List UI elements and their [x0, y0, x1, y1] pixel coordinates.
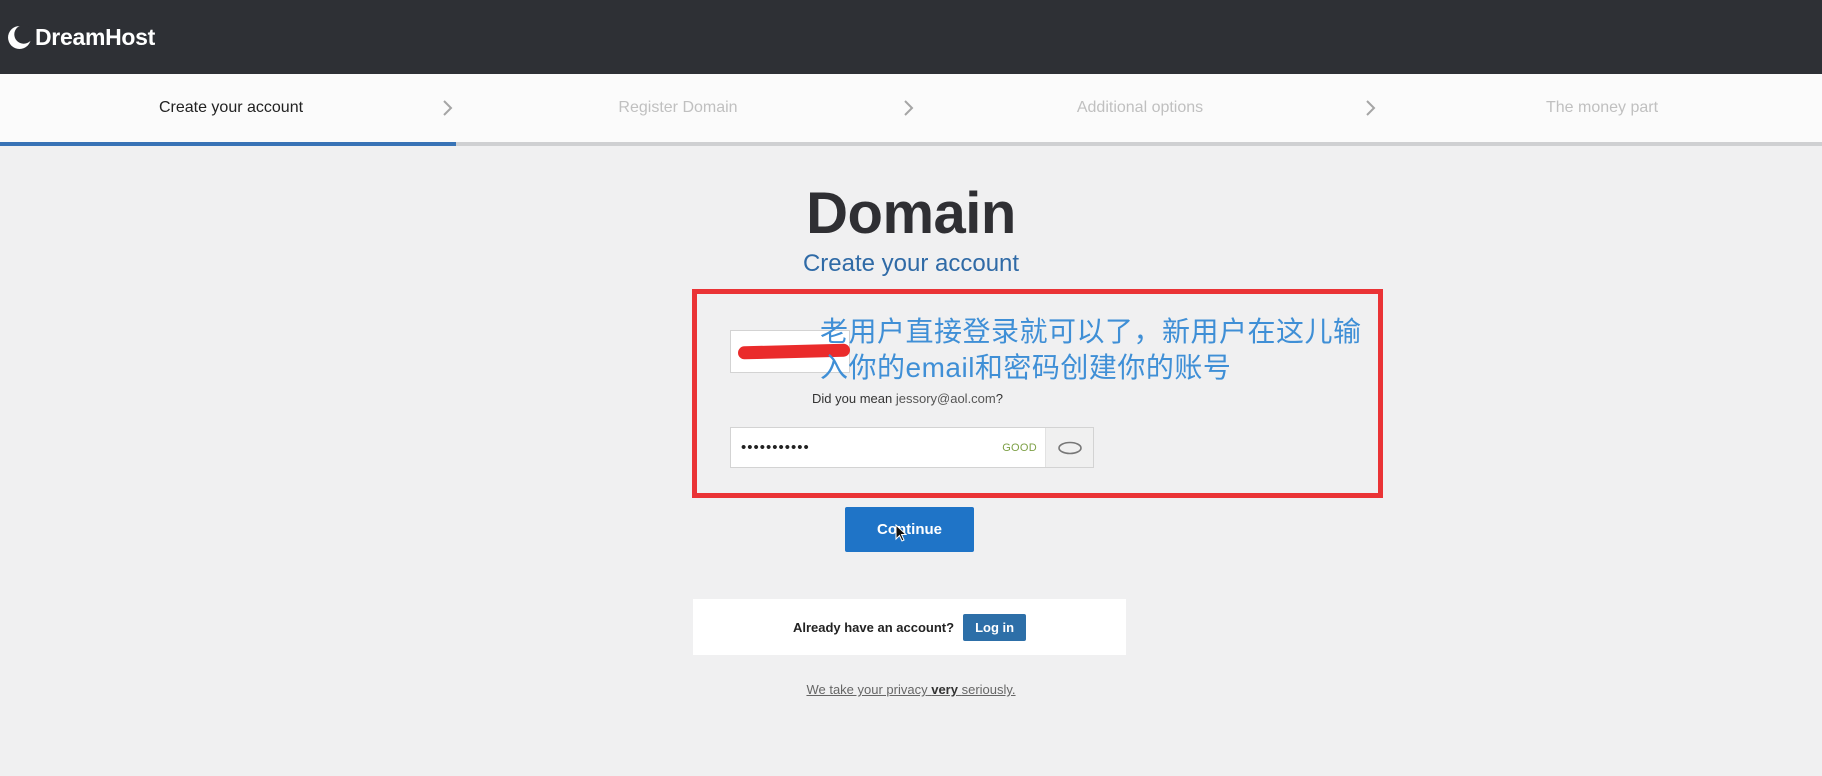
progress-bar-fill — [0, 142, 456, 146]
eye-icon — [1057, 441, 1082, 454]
password-value[interactable]: ••••••••••• — [731, 439, 1002, 456]
privacy-link[interactable]: We take your privacy very seriously. — [0, 682, 1822, 697]
mouse-cursor-icon — [895, 524, 907, 542]
dreamhost-logo[interactable]: DreamHost — [7, 22, 155, 52]
page-title: Domain — [806, 181, 1016, 246]
email-suggestion-link[interactable]: jessory@aol.com — [896, 391, 996, 406]
privacy-prefix: We take your privacy — [806, 682, 928, 697]
email-suggestion-prefix: Did you mean — [812, 391, 893, 406]
privacy-suffix: seriously. — [961, 682, 1016, 697]
step-money-part: The money part — [1545, 99, 1659, 116]
password-field[interactable]: ••••••••••• GOOD — [730, 427, 1094, 468]
dreamhost-moon-logo-icon — [8, 24, 32, 49]
login-button[interactable]: Log in — [963, 613, 1027, 641]
login-question: Already have an account? — [792, 619, 955, 635]
show-password-button[interactable] — [1045, 428, 1093, 467]
step-create-account: Create your account — [158, 99, 304, 116]
top-navbar: DreamHost — [0, 0, 1822, 74]
password-strength-label: GOOD — [1002, 441, 1037, 454]
login-prompt-card: Already have an account? Log in — [693, 599, 1126, 655]
checkout-steps: Create your account Register Domain Addi… — [0, 74, 1822, 146]
email-suggestion: Did you mean jessory@aol.com? — [812, 391, 1003, 406]
continue-button[interactable]: Continue — [845, 507, 974, 552]
privacy-emphasis: very — [931, 682, 958, 697]
brand-name: DreamHost — [35, 23, 156, 50]
email-suggestion-suffix: ? — [995, 391, 1003, 406]
page-subtitle: Create your account — [802, 250, 1020, 277]
annotation-text: 老用户直接登录就可以了，新用户在这儿输入你的email和密码创建你的账号 — [820, 316, 1362, 383]
step-register-domain: Register Domain — [618, 99, 738, 116]
progress-bar — [0, 142, 1822, 146]
step-additional-options: Additional options — [1076, 99, 1204, 116]
